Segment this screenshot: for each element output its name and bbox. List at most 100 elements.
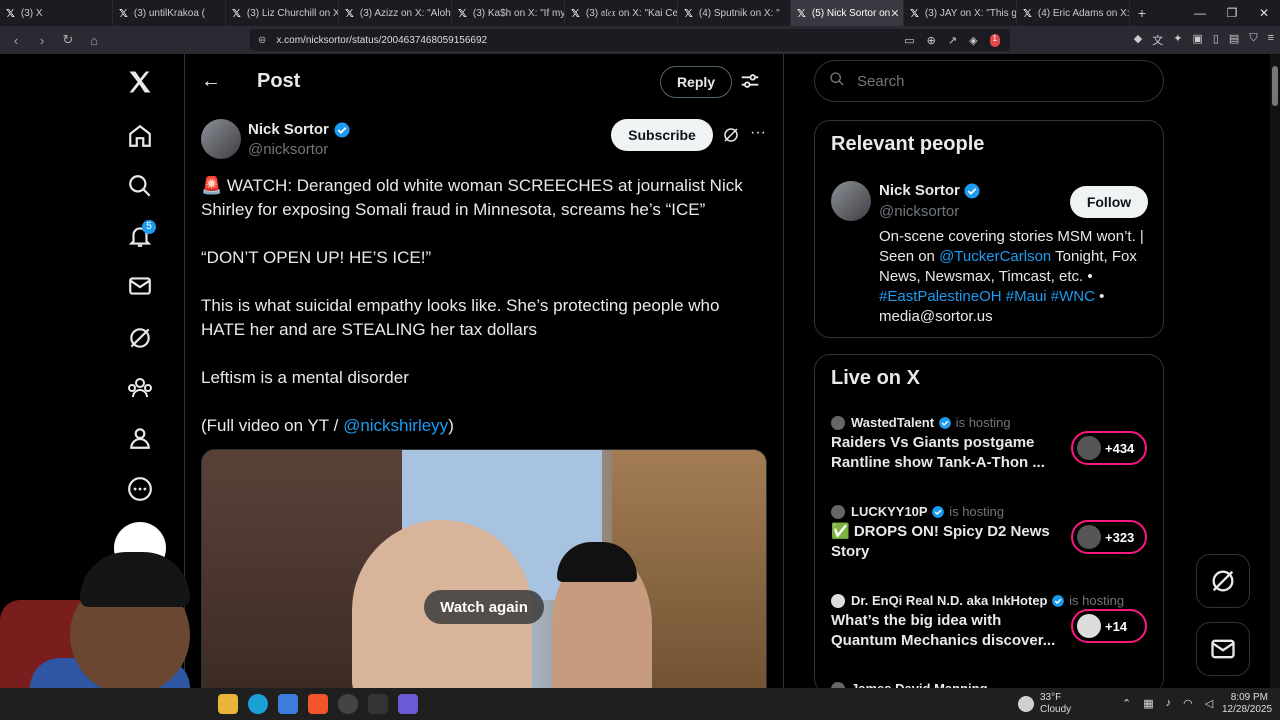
verified-badge-icon <box>333 121 351 144</box>
mention-link[interactable]: @nickshirleyy <box>343 416 448 435</box>
screenshot-icon[interactable]: ▣ <box>1192 32 1202 48</box>
nav-more[interactable] <box>112 469 168 509</box>
puzzle-icon[interactable]: ✦ <box>1173 32 1182 48</box>
shield-icon[interactable]: ◈ <box>969 34 977 47</box>
sidebar-icon[interactable]: ▯ <box>1213 32 1219 48</box>
browser-tab[interactable]: 𝕏 (3) JAY on X: "This guy <box>904 0 1017 26</box>
extension-badge[interactable]: 1 <box>989 33 1000 47</box>
site-info-icon[interactable]: ⊜ <box>258 35 266 46</box>
grok-icon[interactable] <box>722 126 740 149</box>
browser-tab-active[interactable]: 𝕏 (5) Nick Sortor on ✕ <box>791 0 904 26</box>
minimize-icon[interactable]: — <box>1184 6 1216 20</box>
scrollbar-thumb[interactable] <box>1272 66 1278 106</box>
hashtag-link[interactable]: #Maui <box>1006 288 1047 305</box>
x-logo-icon: 𝕏 <box>6 7 15 20</box>
file-explorer-icon[interactable] <box>218 694 238 714</box>
menu-icon[interactable]: ≡ <box>1268 32 1274 48</box>
close-window-icon[interactable]: ✕ <box>1248 6 1280 20</box>
watch-again-button[interactable]: Watch again <box>424 590 544 624</box>
extensions-icon[interactable]: ◆ <box>1134 32 1142 48</box>
wifi-icon[interactable]: ◠ <box>1183 697 1193 710</box>
edge-icon[interactable] <box>248 694 268 714</box>
hashtag-link[interactable]: #WNC <box>1051 288 1095 305</box>
browser-tab[interactable]: 𝕏 (3) untilKrakoa ( <box>113 0 226 26</box>
reload-icon[interactable]: ↻ <box>58 32 78 48</box>
live-listeners-pill[interactable]: +434 <box>1071 431 1147 465</box>
translate-icon[interactable]: 文 <box>1152 32 1163 48</box>
listener-count: +14 <box>1105 618 1128 634</box>
tab-label: (4) Sputnik on X: " <box>698 7 780 19</box>
nav-notifications[interactable]: 5 <box>112 216 168 256</box>
zoom-icon[interactable]: ⊕ <box>927 34 936 47</box>
system-clock[interactable]: 8:09 PM 12/28/2025 <box>1222 692 1272 716</box>
tab-label: (4) Eric Adams on X: " <box>1037 7 1130 19</box>
hashtag-link[interactable]: #EastPalestineOH <box>879 288 1002 305</box>
browser-tab[interactable]: 𝕏 (3) Azizz on X: "Aloha <box>339 0 452 26</box>
home-icon[interactable]: ⌂ <box>84 33 104 48</box>
back-arrow-icon[interactable]: ← <box>201 70 221 93</box>
brave-icon[interactable] <box>308 694 328 714</box>
nav-grok[interactable] <box>112 318 168 358</box>
app-icon[interactable] <box>398 694 418 714</box>
nav-communities[interactable] <box>112 368 168 408</box>
nav-messages[interactable] <box>112 266 168 306</box>
network-icon[interactable]: ▦ <box>1143 697 1153 710</box>
address-bar[interactable]: ⊜ x.com/nicksortor/status/20046374680591… <box>250 29 1010 51</box>
grok-float-button[interactable] <box>1196 554 1250 608</box>
host-name: Dr. EnQi Real N.D. aka InkHotep <box>851 593 1048 608</box>
post-text-fragment: ) <box>448 416 454 435</box>
app-icon[interactable] <box>338 694 358 714</box>
forward-icon[interactable]: › <box>32 33 52 48</box>
nav-home[interactable] <box>112 116 168 156</box>
search-input[interactable]: Search <box>814 60 1164 102</box>
post-text-fragment: (Full video on YT / <box>201 416 344 435</box>
x-home-logo[interactable] <box>112 62 168 102</box>
more-options-icon[interactable]: ··· <box>750 124 766 142</box>
author-handle[interactable]: @nicksortor <box>248 141 328 158</box>
live-listeners-pill[interactable]: +323 <box>1071 520 1147 554</box>
page-scrollbar[interactable] <box>1270 54 1280 688</box>
browser-tab[interactable]: 𝕏 (3) Ka$h on X: "If my <box>452 0 565 26</box>
hosting-label: is hosting <box>955 415 1011 430</box>
browser-tab[interactable]: 𝕏 (3) 𝔞𝔩𝔢𝔵 on X: "Kai Ce <box>565 0 678 26</box>
sliders-icon[interactable] <box>739 70 761 97</box>
share-icon[interactable]: ↗ <box>948 34 957 47</box>
follow-button[interactable]: Follow <box>1070 186 1148 218</box>
video-player[interactable]: Watch again <box>201 449 767 688</box>
chevron-up-icon[interactable]: ⌃ <box>1122 697 1131 710</box>
browser-tab[interactable]: 𝕏 (3) X <box>0 0 113 26</box>
live-listeners-pill[interactable]: +14 <box>1071 609 1147 643</box>
avatar <box>831 415 845 430</box>
volume-icon[interactable]: ◁ <box>1205 697 1213 710</box>
app-icon[interactable] <box>368 694 388 714</box>
app-icon[interactable] <box>278 694 298 714</box>
author-avatar[interactable] <box>201 119 241 159</box>
new-tab-icon[interactable]: + <box>1130 5 1154 21</box>
grok-icon <box>1212 570 1234 592</box>
author-name[interactable]: Nick Sortor <box>248 121 329 138</box>
subscribe-button[interactable]: Subscribe <box>611 119 713 151</box>
weather-widget[interactable]: 33°F Cloudy <box>1018 692 1071 716</box>
person-bio: On-scene covering stories MSM won’t. | S… <box>879 227 1151 327</box>
messages-float-button[interactable] <box>1196 622 1250 676</box>
reader-icon[interactable]: ▭ <box>904 34 914 47</box>
cloud-icon <box>1018 696 1034 712</box>
nav-explore[interactable] <box>112 166 168 206</box>
avatar <box>831 504 845 519</box>
avatar[interactable] <box>831 181 871 221</box>
browser-tab[interactable]: 𝕏 (4) Sputnik on X: " <box>678 0 791 26</box>
vpn-icon[interactable]: ⛉ <box>1249 32 1257 48</box>
microphone-icon[interactable]: ♪ <box>1166 697 1172 710</box>
post-paragraph: This is what suicidal empathy looks like… <box>201 296 720 339</box>
person-handle[interactable]: @nicksortor <box>879 203 959 220</box>
close-tab-icon[interactable]: ✕ <box>890 7 899 20</box>
mention-link[interactable]: @TuckerCarlson <box>939 248 1051 265</box>
reply-button[interactable]: Reply <box>660 66 732 98</box>
maximize-icon[interactable]: ❐ <box>1216 6 1248 20</box>
person-name[interactable]: Nick Sortor <box>879 182 960 199</box>
browser-tab[interactable]: 𝕏 (4) Eric Adams on X: " <box>1017 0 1130 26</box>
wallet-icon[interactable]: ▤ <box>1229 32 1239 48</box>
browser-tab[interactable]: 𝕏 (3) Liz Churchill on X: <box>226 0 339 26</box>
nav-profile[interactable] <box>112 418 168 458</box>
back-icon[interactable]: ‹ <box>6 33 26 48</box>
